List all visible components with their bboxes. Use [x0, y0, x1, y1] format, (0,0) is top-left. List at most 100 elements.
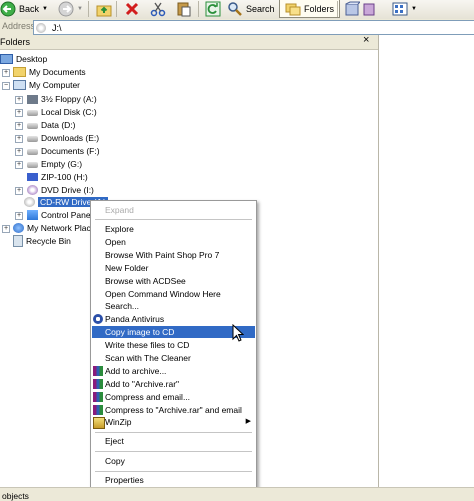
folders-pane-title: Folders — [0, 37, 31, 47]
tree-item-downloads[interactable]: Downloads (E:) — [27, 132, 99, 144]
address-input[interactable]: J:\ — [33, 20, 474, 35]
views-dropdown-button[interactable]: ▼ — [392, 0, 417, 18]
menu-item-write-files[interactable]: Write these files to CD — [92, 339, 255, 351]
menu-item-add-rar[interactable]: Add to "Archive.rar" — [92, 378, 255, 390]
folders-label: Folders — [304, 3, 335, 14]
expand-plus-icon[interactable]: + — [15, 187, 23, 195]
tree-item-my-documents[interactable]: My Documents — [13, 66, 86, 78]
chevron-down-icon[interactable]: ▼ — [411, 6, 417, 12]
panda-antivirus-icon — [93, 314, 103, 324]
tree-item-label: Control Panel — [41, 210, 93, 220]
tree-item-documents[interactable]: Documents (F:) — [27, 145, 100, 157]
expand-plus-icon[interactable]: + — [15, 212, 23, 220]
menu-separator — [95, 451, 252, 452]
menu-item-command-window[interactable]: Open Command Window Here — [92, 288, 255, 300]
close-icon[interactable]: × — [363, 34, 369, 46]
tree-item-desktop[interactable]: Desktop — [0, 53, 47, 65]
expand-plus-icon[interactable]: + — [2, 225, 10, 233]
tree-item-zip[interactable]: ZIP-100 (H:) — [27, 171, 88, 183]
folders-button[interactable]: Folders — [279, 0, 341, 18]
hard-drive-icon — [27, 110, 38, 116]
views-icon — [392, 2, 408, 16]
menu-item-add-archive[interactable]: Add to archive... — [92, 365, 255, 377]
tree-item-empty[interactable]: Empty (G:) — [27, 158, 82, 170]
search-magnifier-icon — [228, 2, 242, 16]
menu-item-properties[interactable]: Properties — [92, 474, 255, 486]
winzip-icon — [93, 417, 105, 429]
menu-item-paint-shop[interactable]: Browse With Paint Shop Pro 7 — [92, 249, 255, 261]
menu-item-expand[interactable]: Expand — [92, 204, 255, 216]
menu-item-compress-rar-email[interactable]: Compress to "Archive.rar" and email — [92, 404, 255, 416]
tree-item-label: Local Disk (C:) — [41, 107, 97, 117]
search-button[interactable]: Search — [227, 0, 275, 18]
views-button[interactable] — [344, 0, 375, 18]
expand-plus-icon[interactable]: + — [15, 109, 23, 117]
tree-item-recycle-bin[interactable]: Recycle Bin — [13, 235, 71, 247]
menu-item-label: Scan with The Cleaner — [105, 353, 191, 363]
refresh-icon — [205, 1, 221, 17]
menu-item-label: Compress and email... — [105, 392, 191, 402]
expand-plus-icon[interactable]: + — [15, 96, 23, 104]
menu-item-acdsee[interactable]: Browse with ACDSee — [92, 275, 255, 287]
chevron-down-icon[interactable]: ▼ — [77, 6, 83, 12]
forward-arrow-icon — [58, 1, 74, 17]
tree-item-floppy[interactable]: 3½ Floppy (A:) — [27, 93, 97, 105]
delete-button[interactable] — [124, 0, 140, 18]
menu-item-compress-email[interactable]: Compress and email... — [92, 391, 255, 403]
submenu-arrow-icon: ▶ — [245, 418, 251, 425]
tree-item-network[interactable]: My Network Places — [13, 222, 100, 234]
menu-item-search[interactable]: Search... — [92, 300, 255, 312]
menu-item-label: Write these files to CD — [105, 340, 190, 350]
hard-drive-icon — [27, 149, 38, 155]
expand-plus-icon[interactable]: + — [15, 122, 23, 130]
tree-item-label: My Documents — [29, 67, 86, 77]
tree-item-my-computer[interactable]: My Computer — [13, 79, 80, 91]
up-button[interactable] — [96, 0, 112, 18]
back-label: Back — [19, 4, 40, 14]
menu-item-panda[interactable]: Panda Antivirus — [92, 313, 255, 325]
tree-item-label: DVD Drive (I:) — [41, 185, 94, 195]
menu-item-label: New Folder — [105, 263, 149, 273]
menu-item-label: Properties — [105, 475, 144, 485]
floppy-drive-icon — [27, 94, 38, 104]
menu-item-label: Search... — [105, 301, 140, 311]
address-bar: Address J:\ — [0, 19, 474, 36]
menu-item-winzip[interactable]: WinZip ▶ — [92, 416, 255, 429]
tree-item-local-disk[interactable]: Local Disk (C:) — [27, 106, 97, 118]
refresh-button[interactable] — [205, 0, 221, 18]
hard-drive-icon — [27, 123, 38, 129]
cut-scissors-icon — [150, 2, 166, 17]
menu-item-label: Add to archive... — [105, 366, 167, 376]
zip-drive-icon — [27, 173, 38, 181]
forward-button[interactable]: ▼ — [58, 0, 83, 18]
back-button[interactable]: Back ▼ — [0, 0, 48, 18]
expand-plus-icon[interactable]: + — [15, 148, 23, 156]
status-bar: objects — [0, 487, 474, 501]
tree-item-label: My Network Places — [27, 223, 100, 233]
collapse-minus-icon[interactable]: − — [2, 82, 10, 90]
expand-plus-icon[interactable]: + — [15, 161, 23, 169]
menu-item-copy[interactable]: Copy — [92, 455, 255, 467]
menu-item-cleaner[interactable]: Scan with The Cleaner — [92, 352, 255, 364]
tree-item-data[interactable]: Data (D:) — [27, 119, 75, 131]
expand-plus-icon[interactable]: + — [2, 69, 10, 77]
chevron-down-icon[interactable]: ▼ — [42, 6, 48, 12]
paste-button[interactable] — [176, 0, 192, 18]
menu-item-label: Compress to "Archive.rar" and email — [105, 405, 242, 415]
boxes-icon — [363, 3, 375, 16]
menu-item-new-folder[interactable]: New Folder — [92, 262, 255, 274]
menu-item-open[interactable]: Open — [92, 236, 255, 248]
tree-item-control-panel[interactable]: Control Panel — [27, 209, 93, 221]
tree-item-dvd[interactable]: DVD Drive (I:) — [27, 184, 94, 196]
menu-item-explore[interactable]: Explore — [92, 223, 255, 235]
menu-item-label: Copy — [105, 456, 125, 466]
winrar-icon — [93, 392, 103, 402]
winrar-icon — [93, 366, 103, 376]
content-area[interactable] — [379, 35, 474, 487]
menu-item-copy-image[interactable]: Copy image to CD — [92, 326, 255, 338]
cut-button[interactable] — [150, 0, 166, 18]
menu-item-eject[interactable]: Eject — [92, 435, 255, 447]
expand-plus-icon[interactable]: + — [15, 135, 23, 143]
tree-item-label: 3½ Floppy (A:) — [41, 94, 97, 104]
network-icon — [13, 223, 24, 233]
